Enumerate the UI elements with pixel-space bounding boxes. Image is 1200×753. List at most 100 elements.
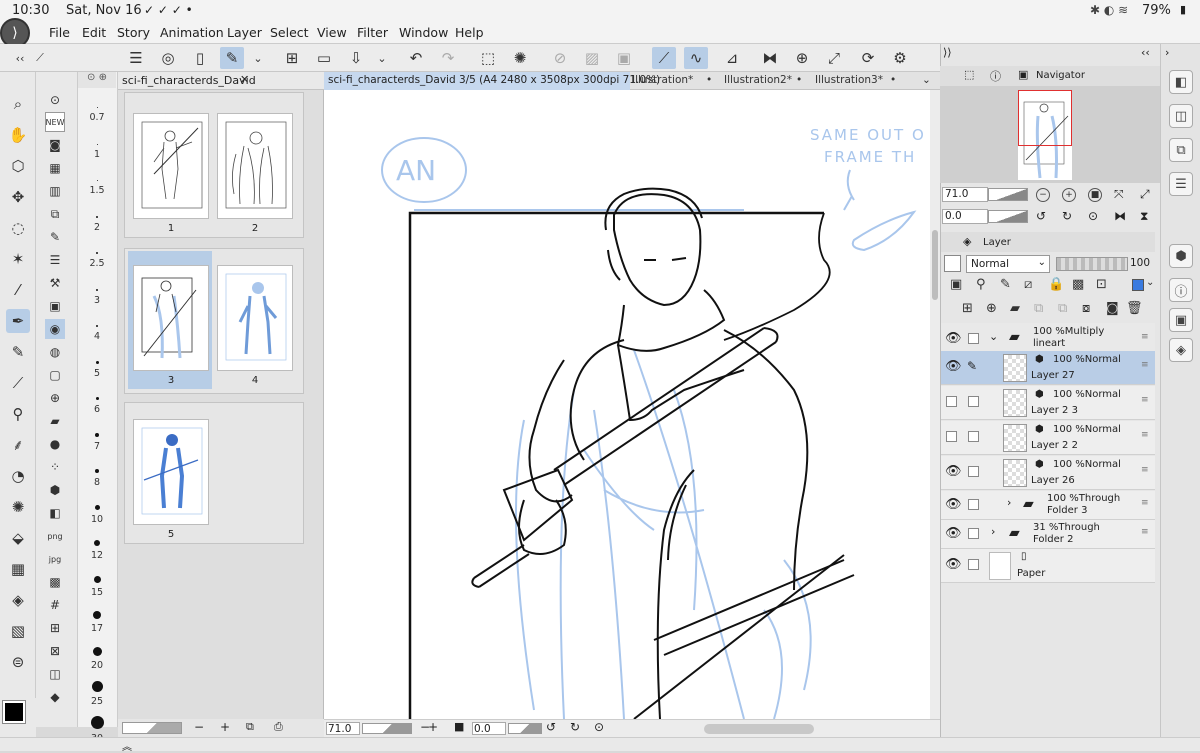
folder-collapsed-chevron-icon[interactable]: › (991, 525, 995, 538)
brush-size-dot[interactable] (93, 611, 101, 619)
navigator-actual-size-icon[interactable]: ■ (1088, 188, 1102, 202)
brush-tool-icon[interactable]: ⟋ (6, 371, 30, 395)
folder-expand-chevron-icon[interactable]: ⌄ (989, 330, 998, 343)
brush-size-label[interactable]: 7 (78, 441, 116, 452)
sub-tool-menu-icon[interactable]: ⊙ (45, 90, 65, 110)
canvas-zoom-in-icon[interactable]: + (428, 720, 438, 734)
brush-size-label[interactable]: 25 (78, 696, 116, 707)
hand-tool-icon[interactable]: ✋ (6, 123, 30, 147)
brush-size-dot[interactable] (94, 540, 100, 546)
clear-selection-icon[interactable]: ⊘ (548, 47, 572, 69)
eraser-tool-icon[interactable]: ⬙ (6, 526, 30, 550)
menu-layer[interactable]: Layer (227, 25, 262, 40)
layer-select-checkbox[interactable] (968, 431, 979, 442)
layer-row-folder-2[interactable]: 👁 › ▰ 31 %Through Folder 2 ≡ (941, 520, 1155, 549)
navigator-preview[interactable] (940, 86, 1160, 183)
pencil-tool-icon[interactable]: ✎ (6, 340, 30, 364)
close-dot-icon[interactable]: • (796, 74, 802, 86)
doc-tab-illustration3[interactable]: Illustration3* (815, 74, 883, 86)
device-icon[interactable]: ▯ (188, 47, 212, 69)
sliders-icon[interactable]: ☰ (45, 250, 65, 270)
close-dot-icon[interactable]: • (890, 74, 896, 86)
history-panel-icon[interactable]: ⧉ (1169, 138, 1193, 162)
eye-icon[interactable]: 👁 (945, 497, 962, 512)
brush-size-dot[interactable] (95, 397, 99, 400)
brush-size-label[interactable]: 17 (78, 623, 116, 634)
material-panel-icon[interactable]: ⬢ (1169, 244, 1193, 268)
sub-tool-11-icon[interactable]: ⊠ (45, 641, 65, 661)
visibility-checkbox[interactable] (946, 396, 957, 407)
brush-size-label[interactable]: 2 (78, 222, 116, 233)
ink-tool-icon[interactable]: ⚲ (6, 402, 30, 426)
drag-handle-icon[interactable]: ≡ (1141, 527, 1149, 537)
blend-tool-icon[interactable]: ◔ (6, 464, 30, 488)
brush-size-label[interactable]: 1 (78, 149, 116, 160)
menu-window[interactable]: Window (399, 25, 448, 40)
invert-selection-icon[interactable]: ▨ (580, 47, 604, 69)
lasso-tool-icon[interactable]: ◌ (6, 216, 30, 240)
layer-row-paper[interactable]: 👁 ▯ Paper (941, 549, 1155, 583)
fill-tool-icon[interactable]: ◈ (6, 588, 30, 612)
brush-size-label[interactable]: 10 (78, 514, 116, 525)
sub-tool-7-icon[interactable]: ▢ (45, 365, 65, 385)
brush-size-label[interactable]: 20 (78, 660, 116, 671)
jpg-icon[interactable]: jpg (45, 549, 65, 569)
brush-size-dot[interactable] (96, 143, 98, 145)
open-folder-icon[interactable]: ▭ (312, 47, 336, 69)
airbrush-icon[interactable]: ⸙ (6, 433, 30, 457)
navigator-rotate-left-icon[interactable]: ↺ (1036, 209, 1046, 223)
page-thumb-5[interactable] (133, 419, 209, 525)
zoom-in-icon[interactable]: + (220, 720, 230, 734)
sub-tool-1-icon[interactable]: ◙ (45, 135, 65, 155)
gradient-tool-icon[interactable]: ▧ (6, 619, 30, 643)
scroll-thumb[interactable] (932, 230, 938, 300)
redo-icon[interactable]: ↷ (436, 47, 460, 69)
canvas-horizontal-scrollbar[interactable] (704, 724, 814, 734)
zoom-icon[interactable]: ⊕ (790, 47, 814, 69)
canvas-zoom-field[interactable]: 71.0 (326, 722, 360, 735)
canvas-reset-rotation-icon[interactable]: ⊙ (594, 720, 604, 734)
menu-filter[interactable]: Filter (357, 25, 388, 40)
chevron-down-icon[interactable]: ⌄ (246, 47, 270, 69)
image-icon[interactable]: ▣ (45, 296, 65, 316)
layer-select-checkbox[interactable] (968, 528, 979, 539)
clip-layer-icon[interactable]: ▣ (950, 277, 962, 292)
brush-size-label[interactable]: 3 (78, 295, 116, 306)
menu-help[interactable]: Help (455, 25, 484, 40)
layer-select-checkbox[interactable] (968, 396, 979, 407)
rotate-icon[interactable]: ⟳ (856, 47, 880, 69)
save-icon[interactable]: ⇩ (344, 47, 368, 69)
eye-icon[interactable]: 👁 (945, 331, 962, 346)
grid2-icon[interactable]: ⊞ (45, 618, 65, 638)
brush-size-dot[interactable] (91, 681, 103, 692)
layer-color-swatch[interactable] (944, 255, 961, 272)
navigator-zoom-in-icon[interactable]: + (1062, 188, 1076, 202)
layer-select-checkbox[interactable] (968, 333, 979, 344)
brush-size-dot[interactable] (96, 288, 98, 291)
drag-handle-icon[interactable]: ≡ (1141, 430, 1149, 440)
png-icon[interactable]: png (45, 526, 65, 546)
navigator-flip-v-icon[interactable]: ⧗ (1140, 209, 1148, 224)
sub-tool-2-icon[interactable]: ▦ (45, 158, 65, 178)
collapse-right-icon[interactable]: ⟩⟩ (943, 46, 952, 59)
navigator-rotate-right-icon[interactable]: ↻ (1062, 209, 1072, 223)
expand-right-icon[interactable]: ‹‹ (1141, 46, 1150, 59)
navigator-flip-h-icon[interactable]: ⧓ (1114, 209, 1126, 223)
layer-select-checkbox[interactable] (968, 559, 979, 570)
brush-size-dot[interactable] (92, 646, 102, 656)
layer-row-layer-26[interactable]: 👁 ⬢ 100 %Normal Layer 26 ≡ (941, 456, 1155, 490)
new-raster-layer-icon[interactable]: ⊞ (962, 301, 973, 316)
reset-view-icon[interactable]: ⚙ (888, 47, 912, 69)
cube-icon[interactable]: ⬢ (45, 480, 65, 500)
brush-size-label[interactable]: 6 (78, 404, 116, 415)
brush-size-label[interactable]: 8 (78, 477, 116, 488)
layer-color-icon[interactable] (1132, 279, 1144, 291)
sub-tool-5-icon[interactable]: ✎ (45, 227, 65, 247)
menu-file[interactable]: File (49, 25, 70, 40)
mask-enable-icon[interactable]: ▩ (1072, 277, 1084, 292)
transform-icon[interactable]: ⬚ (476, 47, 500, 69)
page-thumb-3[interactable] (133, 265, 209, 371)
brush-size-dot[interactable] (96, 252, 98, 254)
brush-size-dot[interactable] (95, 432, 99, 437)
create-mask-icon[interactable]: ⧇ (1082, 301, 1090, 316)
